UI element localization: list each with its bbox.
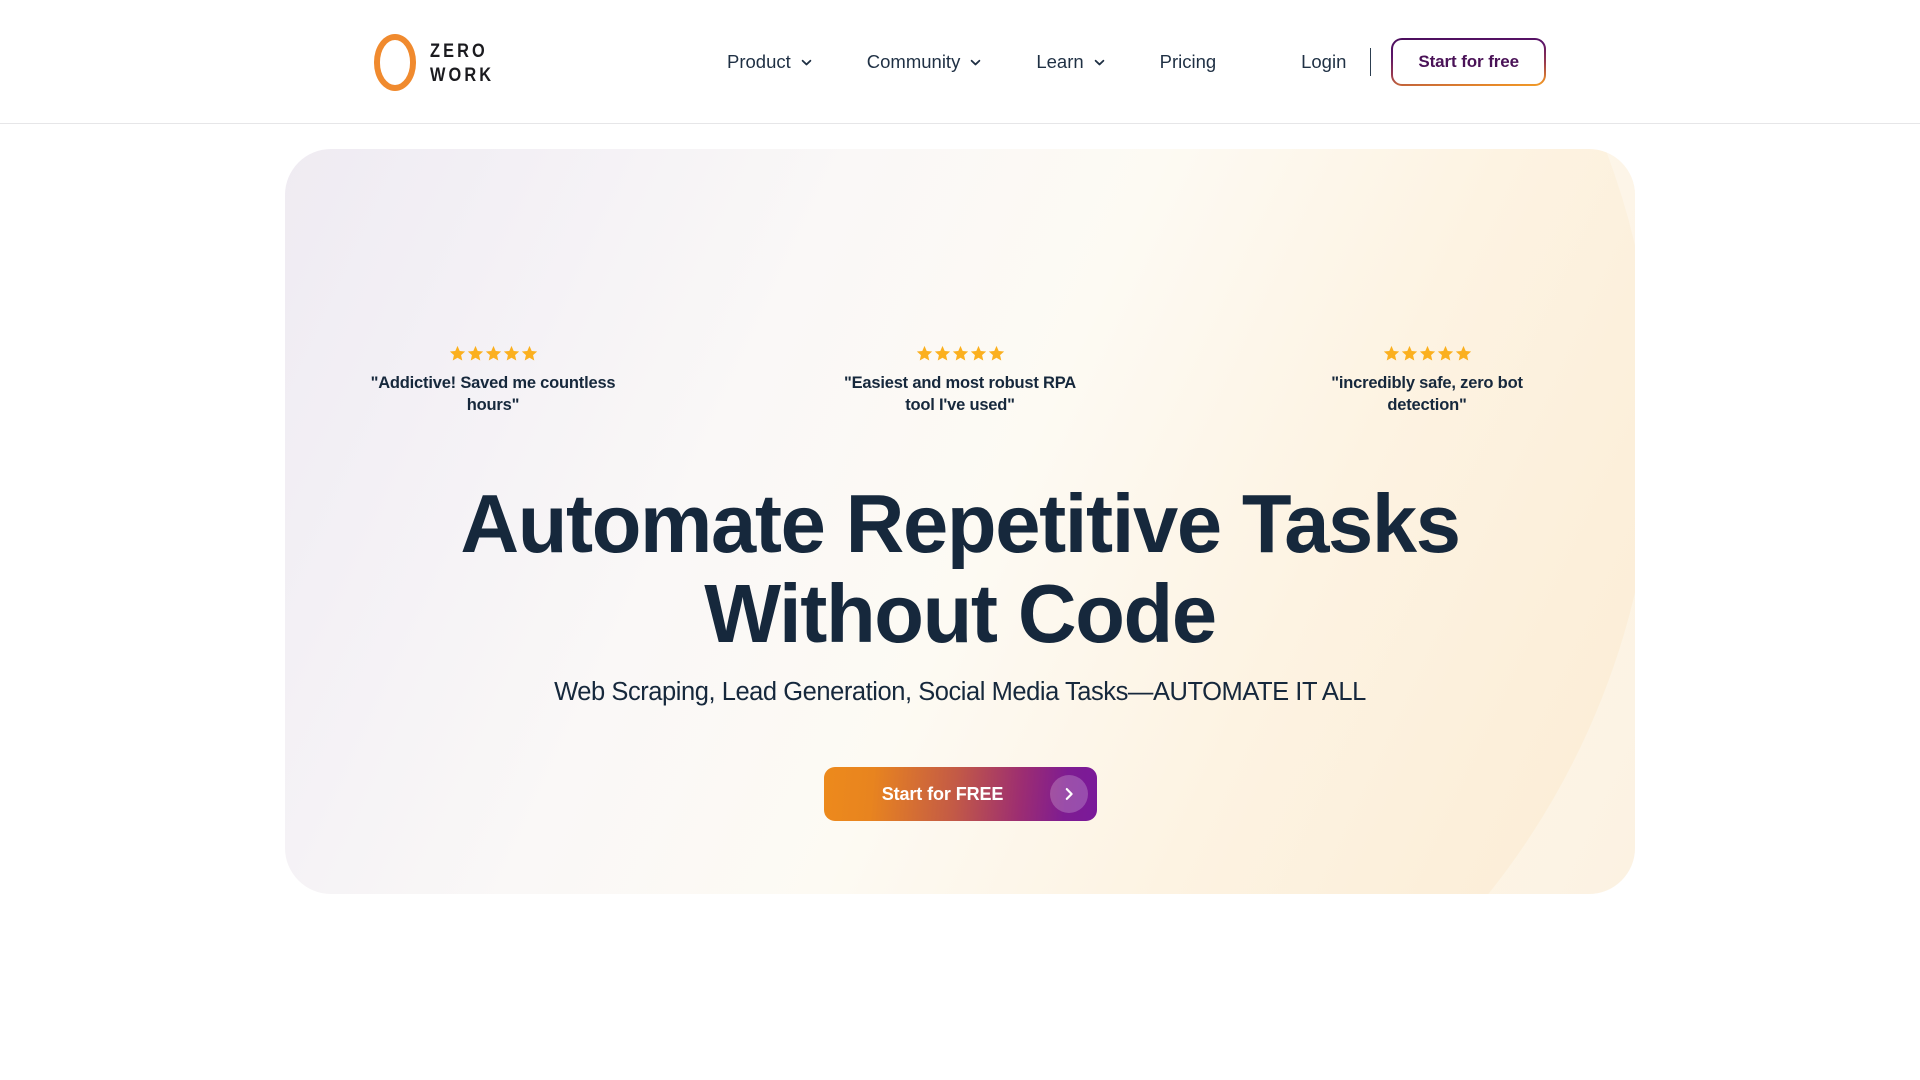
testimonial-quote: "Easiest and most robust RPA tool I've u…	[843, 374, 1077, 415]
page-title-line1: Automate Repetitive Tasks	[460, 477, 1461, 570]
start-for-free-cta-label: Start for FREE	[881, 783, 1004, 804]
hero-content: "Addictive! Saved me countless hours" "E…	[285, 149, 1635, 894]
star-icon	[521, 345, 537, 361]
star-rating	[835, 345, 1085, 362]
start-for-free-cta-button[interactable]: Start for FREE	[823, 767, 1097, 821]
main-navigation: Product Community Learn Pricing	[727, 0, 1216, 124]
chevron-down-icon	[971, 59, 981, 65]
logo-word-line1: ZERO	[430, 41, 488, 62]
nav-item-product-label: Product	[727, 51, 791, 72]
star-rating	[1302, 345, 1552, 362]
hero-section: "Addictive! Saved me countless hours" "E…	[0, 124, 1920, 1080]
star-icon	[970, 345, 986, 361]
star-icon	[1455, 345, 1471, 361]
star-icon	[916, 345, 932, 361]
logo-wordmark: ZERO WORK	[430, 40, 505, 85]
star-icon	[934, 345, 950, 361]
testimonial-item: "incredibly safe, zero bot detection"	[1302, 345, 1552, 416]
nav-item-pricing[interactable]: Pricing	[1160, 41, 1217, 83]
star-icon	[449, 345, 465, 361]
chevron-down-icon	[801, 59, 812, 65]
site-header: ZERO WORK Product Community Learn Pricin…	[0, 0, 1920, 124]
star-icon	[485, 345, 501, 361]
star-icon	[1419, 345, 1435, 361]
login-link[interactable]: Login	[1301, 51, 1346, 73]
nav-item-product[interactable]: Product	[727, 41, 813, 83]
nav-item-learn-label: Learn	[1036, 51, 1084, 72]
star-rating	[368, 345, 618, 362]
hero-subtitle: Web Scraping, Lead Generation, Social Me…	[554, 678, 1366, 706]
header-actions: Login Start for free	[1301, 0, 1546, 124]
nav-item-learn[interactable]: Learn	[1036, 41, 1105, 83]
testimonial-item: "Addictive! Saved me countless hours"	[368, 345, 618, 416]
testimonial-quote: "Addictive! Saved me countless hours"	[370, 374, 616, 415]
star-icon	[988, 345, 1004, 361]
testimonial-item: "Easiest and most robust RPA tool I've u…	[835, 345, 1085, 416]
testimonial-row: "Addictive! Saved me countless hours" "E…	[285, 345, 1635, 416]
zerowork-o-logo-icon	[374, 34, 416, 91]
page-title: Automate Repetitive Tasks Without Code	[299, 477, 1622, 661]
logo-word-line2: WORK	[430, 65, 495, 86]
hero-panel: "Addictive! Saved me countless hours" "E…	[285, 149, 1635, 894]
star-icon	[467, 345, 483, 361]
page-title-line2: Without Code	[704, 567, 1217, 661]
chevron-right-icon	[1049, 775, 1088, 813]
start-for-free-button[interactable]: Start for free	[1391, 38, 1546, 86]
star-icon	[503, 345, 519, 361]
star-icon	[1401, 345, 1417, 361]
hero-cta-wrapper: Start for FREE	[285, 767, 1635, 821]
logo-home-link[interactable]: ZERO WORK	[374, 34, 505, 91]
nav-item-community[interactable]: Community	[867, 41, 983, 83]
header-divider	[1370, 48, 1372, 76]
testimonial-quote: "incredibly safe, zero bot detection"	[1331, 374, 1523, 415]
star-icon	[1437, 345, 1453, 361]
chevron-down-icon	[1094, 59, 1104, 65]
star-icon	[952, 345, 968, 361]
nav-item-pricing-label: Pricing	[1159, 51, 1217, 72]
start-for-free-label: Start for free	[1418, 52, 1519, 71]
nav-item-community-label: Community	[866, 51, 961, 72]
star-icon	[1383, 345, 1399, 361]
